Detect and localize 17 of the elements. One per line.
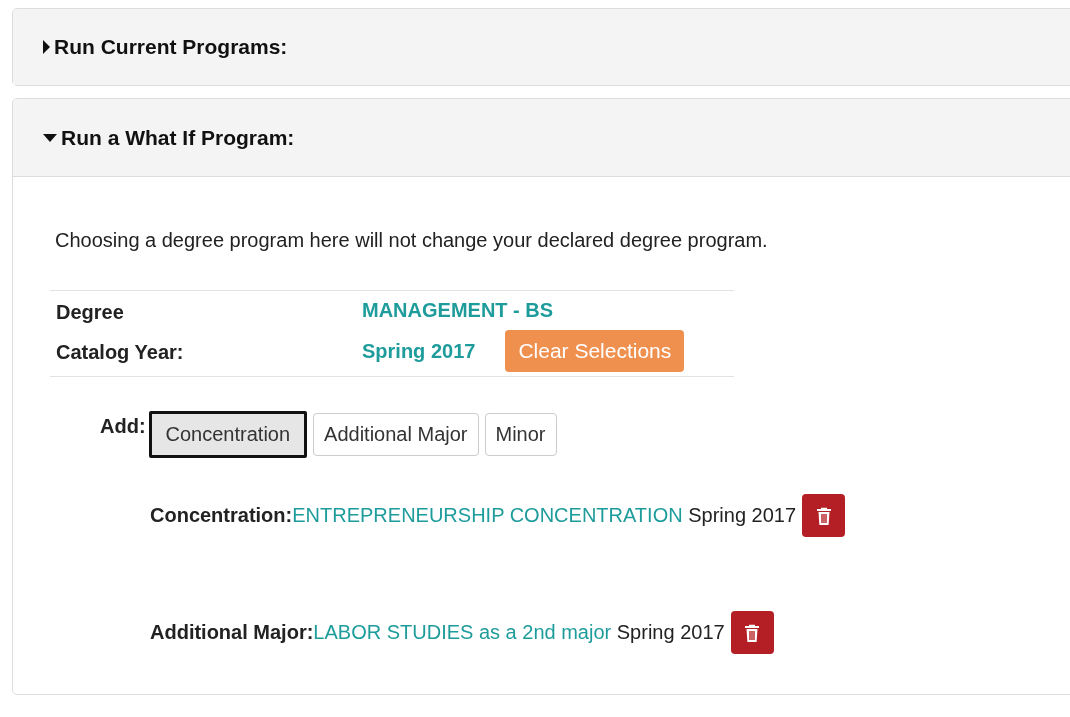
caret-icon <box>43 133 57 142</box>
add-option-button[interactable]: Concentration <box>148 411 308 458</box>
panel-header[interactable]: Run Current Programs: <box>13 9 1070 85</box>
selection-text: Concentration:ENTREPRENEURSHIP CONCENTRATION Spring 2017 <box>150 504 797 527</box>
panel-header[interactable]: Run a What If Program: <box>13 99 1070 177</box>
add-option-button[interactable]: Minor <box>484 413 557 456</box>
catalog-year-label: Catalog Year: <box>56 340 185 365</box>
caret-icon <box>43 40 50 54</box>
trash-icon <box>744 623 761 642</box>
degree-label: Degree <box>56 300 125 324</box>
add-label: Add: <box>100 414 146 438</box>
add-option-button[interactable]: Additional Major <box>313 413 479 456</box>
delete-button[interactable] <box>730 611 774 654</box>
notice-text: Choosing a degree program here will not change your declared degree program. <box>55 229 769 252</box>
trash-icon <box>815 506 832 525</box>
selection-text: Additional Major:LABOR STUDIES as a 2nd major Spring 2017 <box>150 621 725 644</box>
delete-button[interactable] <box>802 494 846 537</box>
